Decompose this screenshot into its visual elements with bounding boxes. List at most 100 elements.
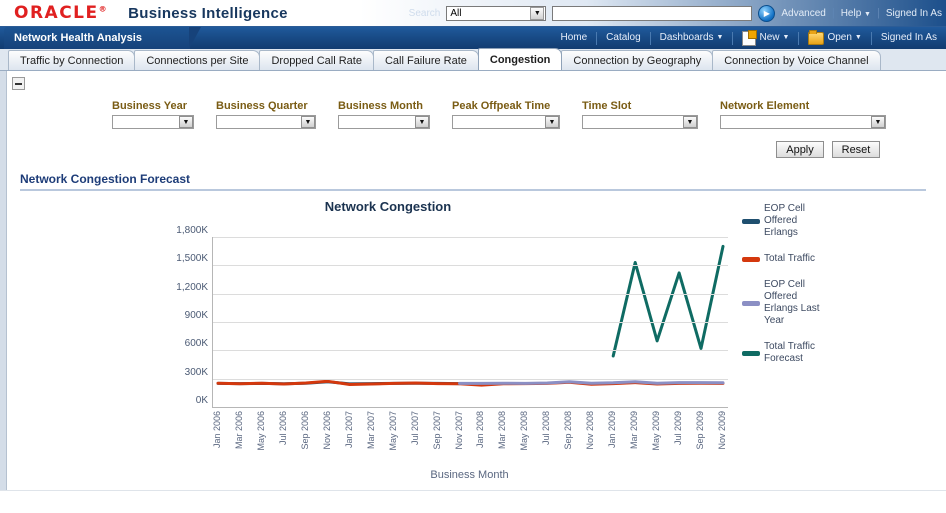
legend-item[interactable]: EOP Cell Offered Erlangs [742,203,942,239]
search-scope-select[interactable]: All ▼ [446,5,547,21]
oracle-trademark: ® [98,4,109,14]
advanced-search-link[interactable]: Advanced [781,8,825,19]
nav-dashboards[interactable]: Dashboards ▼ [651,27,733,49]
prompt-label: Network Element [720,100,810,112]
x-axis-tick-label: Mar 2006 [233,411,244,450]
nav-home[interactable]: Home [551,27,596,49]
business-year-select[interactable]: ▼ [112,115,194,129]
chevron-down-icon: ▼ [415,116,429,128]
oracle-logo: ORACLE® [14,3,108,23]
x-axis-tick-label: May 2008 [519,411,530,451]
nav-signed-in-label: Signed In As [880,32,937,43]
legend-item[interactable]: Total Traffic [742,253,942,265]
chart-legend: EOP Cell Offered Erlangs Total Traffic EOP… [742,203,942,379]
prompt-label: Business Month [338,100,423,112]
x-axis-tick-label: Jul 2006 [277,411,288,446]
y-axis-tick-label: 300K [184,366,208,378]
dashboard-content: Business Year ▼ Business Quarter ▼ Busin… [0,71,946,490]
legend-label: Total Traffic Forecast [764,341,815,364]
x-axis-labels: Jan 2006 Mar 2006 May 2006 Jul 2006 Sep 2006… [212,411,727,473]
x-axis-tick-label: Jan 2009 [607,411,618,449]
nav-catalog[interactable]: Catalog [597,27,649,49]
tab-traffic-by-connection[interactable]: Traffic by Connection [8,50,136,70]
nav-open[interactable]: Open ▼ [799,27,870,49]
chevron-down-icon: ▼ [545,116,559,128]
minus-box-icon[interactable] [12,77,25,90]
legend-color-swatch [742,218,760,224]
section-divider [20,189,926,191]
x-axis-title: Business Month [430,469,509,481]
nav-new[interactable]: New ▼ [733,27,798,49]
prompt-business-quarter: Business Quarter ▼ [216,100,316,129]
chart-series-line [611,244,725,358]
open-folder-icon [808,29,825,45]
network-element-select[interactable]: ▼ [720,115,886,129]
chevron-down-icon: ▼ [716,34,724,41]
chevron-down-icon: ▼ [683,116,697,128]
reset-button[interactable]: Reset [832,141,880,158]
search-input[interactable] [552,5,753,21]
navigation-bar: Network Health Analysis Home Catalog Das… [0,27,946,49]
business-quarter-select[interactable]: ▼ [216,115,316,129]
nav-home-label: Home [560,32,588,43]
search-go-icon[interactable]: ▶ [758,4,776,22]
prompt-label: Peak Offpeak Time [452,100,551,112]
prompt-time-slot: Time Slot ▼ [582,100,698,129]
prompt-peak-offpeak-time: Peak Offpeak Time ▼ [452,100,560,129]
x-axis-tick-label: Nov 2006 [321,411,332,450]
x-axis-tick-label: Nov 2008 [585,411,596,450]
tab-congestion[interactable]: Congestion [477,48,563,70]
x-axis-tick-label: Jul 2007 [409,411,420,446]
product-title: Business Intelligence [128,4,288,22]
y-axis-tick-label: 1,500K [176,253,208,265]
x-axis-tick-label: Jan 2008 [475,411,486,449]
oracle-logo-text: ORACLE [14,3,99,23]
x-axis-tick-label: May 2007 [387,411,398,451]
y-axis-tick-label: 900K [184,310,208,321]
dashboard-page-tab[interactable]: Network Health Analysis [4,27,201,49]
nav-new-label: New [759,32,780,43]
global-header: ORACLE® Business Intelligence Search All… [0,0,946,27]
header-utility-area: Search All ▼ ▶ Advanced | Help ▼ | Signe… [408,4,946,22]
legend-label: EOP Cell Offered Erlangs [764,203,805,238]
x-axis-tick-label: Jan 2006 [212,411,222,449]
legend-color-swatch [742,350,760,356]
x-axis-tick-label: Sep 2008 [563,411,574,450]
legend-color-swatch [742,256,760,262]
x-axis-tick-label: Mar 2007 [365,411,376,450]
search-label: Search [408,7,441,19]
x-axis-tick-label: May 2006 [255,411,266,451]
x-axis-tick-label: Nov 2007 [453,411,464,450]
section-title: Network Congestion Forecast [20,172,191,186]
chevron-down-icon: ▼ [179,116,193,128]
y-axis-labels: 1,800K 1,500K 1,200K 900K 600K 300K 0K [160,225,208,407]
x-axis-tick-label: Mar 2009 [629,411,640,450]
business-month-select[interactable]: ▼ [338,115,430,129]
tab-dropped-call-rate[interactable]: Dropped Call Rate [259,50,374,70]
prompt-business-year: Business Year ▼ [112,100,194,129]
y-axis-tick-label: 1,200K [176,281,208,293]
x-axis-tick-label: Jul 2008 [541,411,552,446]
signed-in-as-label[interactable]: Signed In As [886,8,942,19]
time-slot-select[interactable]: ▼ [582,115,698,129]
tab-connection-by-voice-channel[interactable]: Connection by Voice Channel [712,50,881,70]
chart-plot-area [212,237,728,408]
tab-connection-by-geography[interactable]: Connection by Geography [561,50,714,70]
new-document-icon [742,29,758,46]
nav-signed-in-as[interactable]: Signed In As [872,27,946,49]
help-menu[interactable]: Help ▼ [841,8,871,19]
x-axis-tick-label: May 2009 [651,411,662,451]
peak-offpeak-time-select[interactable]: ▼ [452,115,560,129]
chart-gridline [213,322,728,323]
legend-item[interactable]: Total Traffic Forecast [742,341,942,365]
chart-series-line [458,380,725,385]
apply-button[interactable]: Apply [776,141,824,158]
chart-gridline [213,350,728,352]
legend-label: Total Traffic [764,253,815,264]
nav-dashboards-label: Dashboards [659,32,714,43]
legend-item[interactable]: EOP Cell Offered Erlangs Last Year [742,279,942,327]
nav-catalog-label: Catalog [606,32,641,43]
tab-call-failure-rate[interactable]: Call Failure Rate [372,50,479,70]
tab-connections-per-site[interactable]: Connections per Site [134,50,261,70]
prompt-collapse-row [0,71,946,90]
